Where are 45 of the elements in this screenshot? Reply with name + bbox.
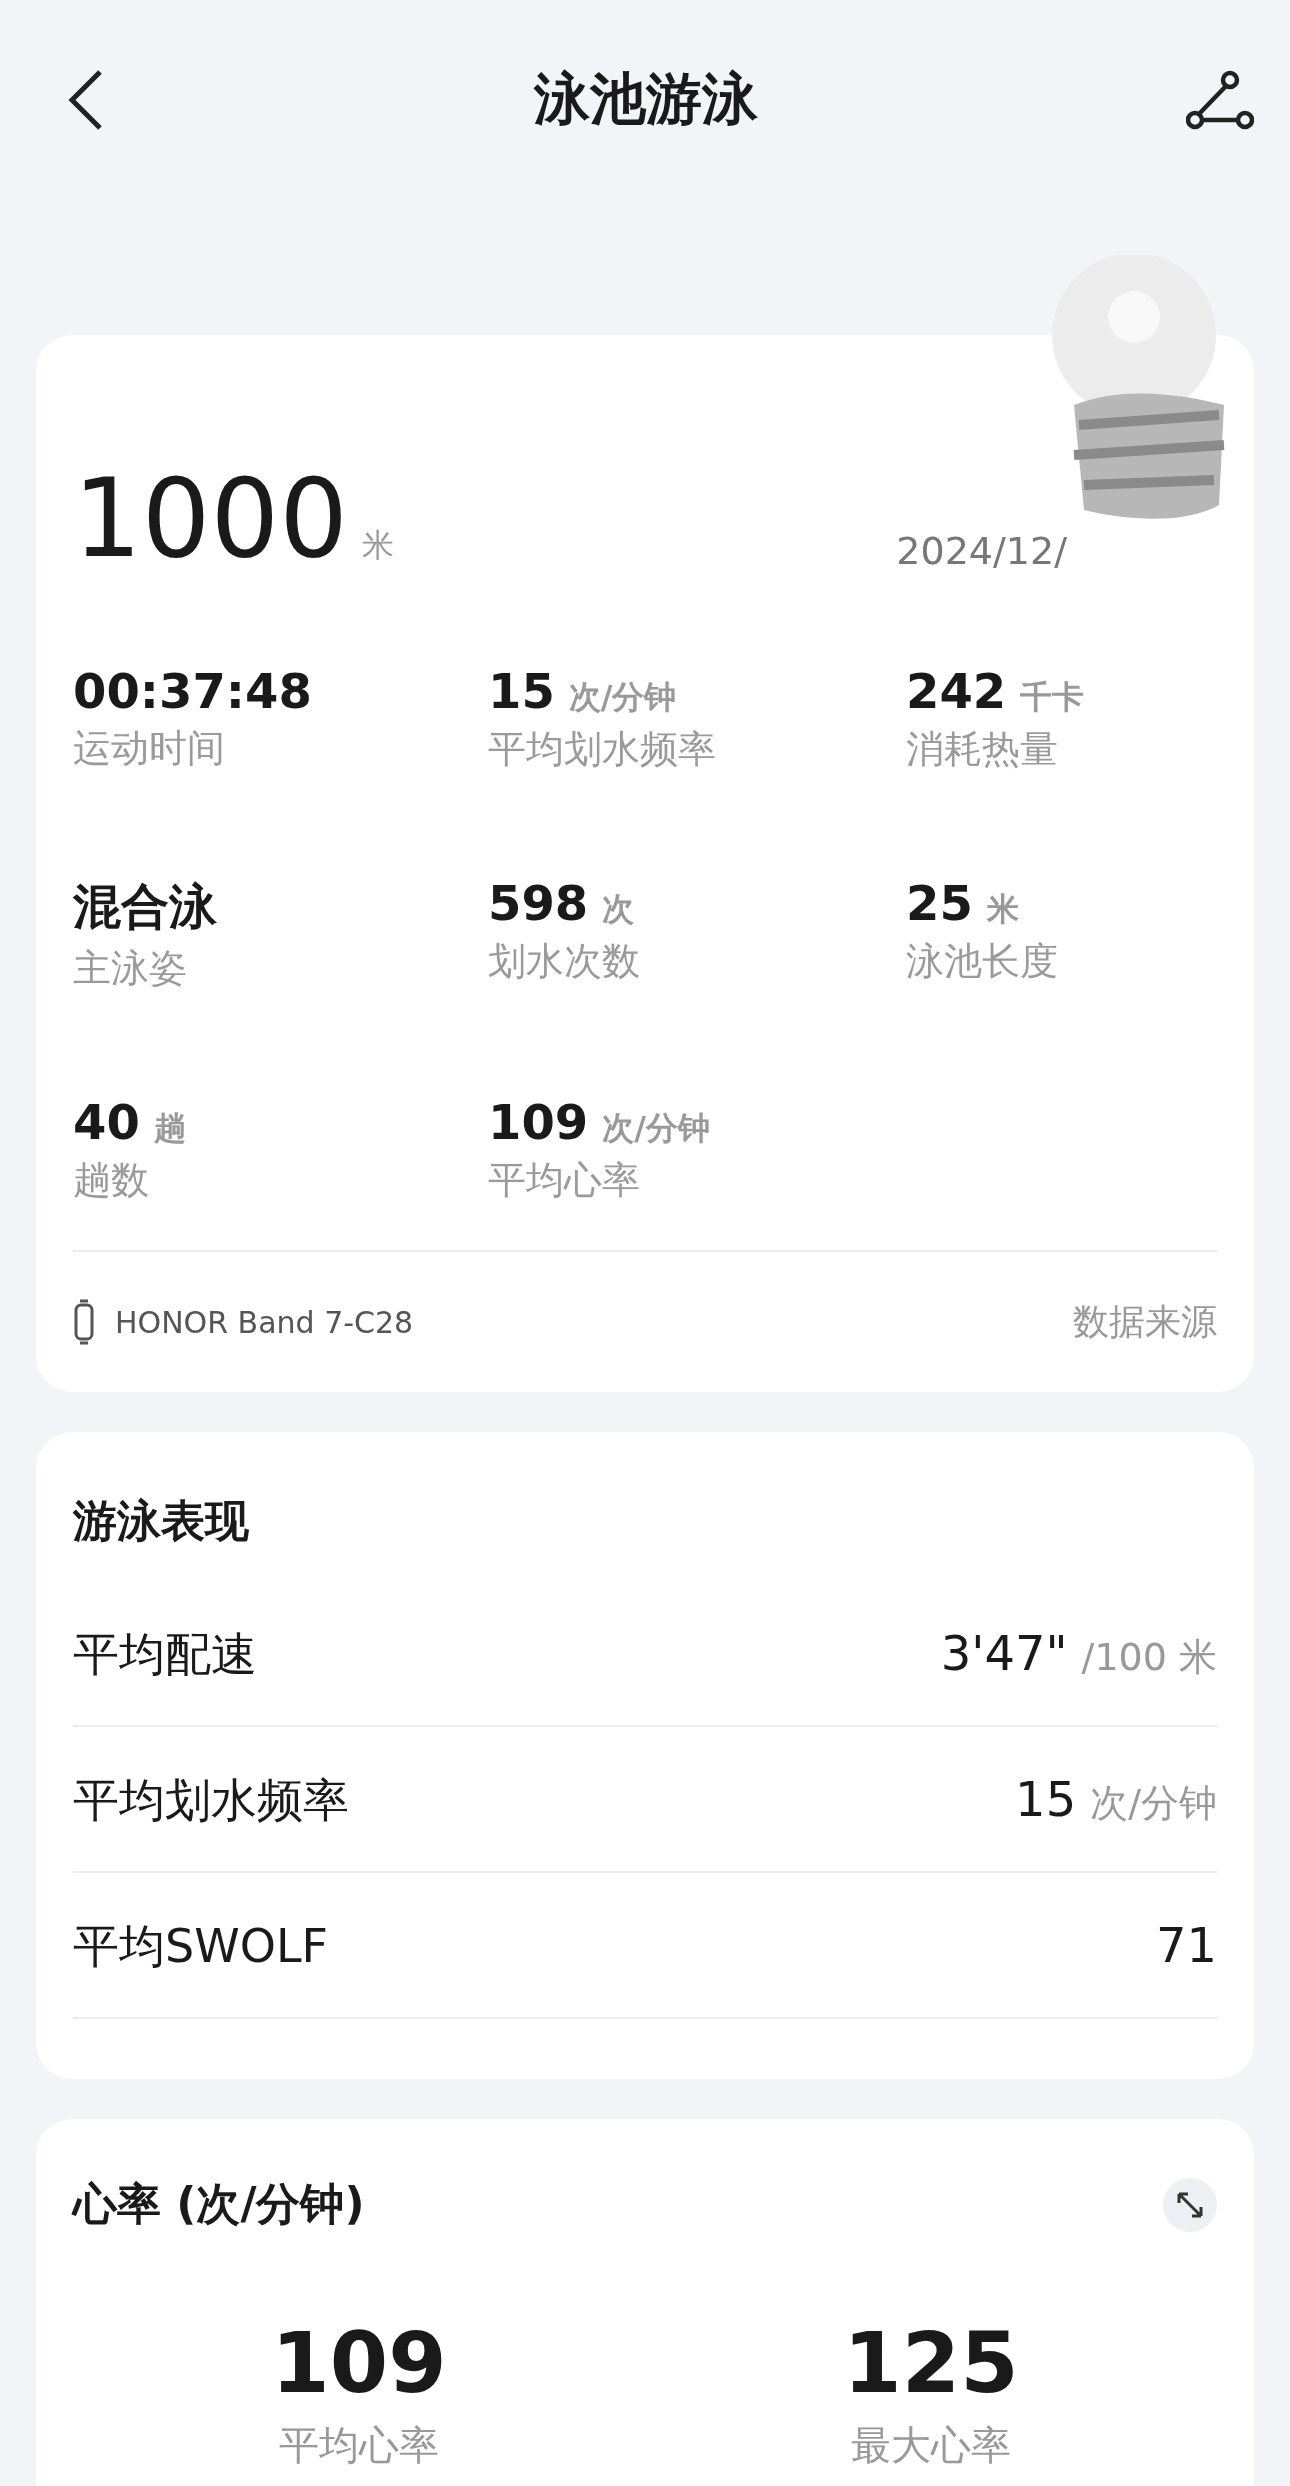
- section-title: 游泳表现: [73, 1494, 250, 1548]
- stat-label: 平均划水频率: [488, 726, 717, 773]
- stat-label: 运动时间: [73, 725, 226, 772]
- page-title: 泳池游泳: [534, 65, 758, 133]
- stat-value: 混合泳: [73, 877, 217, 936]
- stat-unit: 趟: [153, 1108, 186, 1149]
- distance-value: 1000: [73, 456, 348, 581]
- stat-value: 242: [906, 663, 1007, 719]
- metric-label: 平均划水频率: [73, 1772, 349, 1829]
- section-title: 心率 (次/分钟): [73, 2177, 365, 2231]
- stat-unit: 次: [602, 889, 635, 930]
- stat-label: 划水次数: [488, 938, 641, 985]
- stat-unit: 米: [986, 889, 1019, 930]
- share-icon: [1186, 70, 1254, 130]
- metric-label: 平均SWOLF: [73, 1918, 328, 1975]
- stat-value: 598: [488, 875, 589, 931]
- stat-value: 109: [488, 1094, 589, 1150]
- stat-value: 40: [73, 1094, 140, 1150]
- data-source-link[interactable]: 数据来源: [1073, 1297, 1217, 1347]
- stat-label: 泳池长度: [906, 938, 1059, 985]
- band-icon: [73, 1299, 95, 1345]
- metric-unit: 次/分钟: [1090, 1781, 1217, 1825]
- heart-rate-value: 125: [843, 2314, 1019, 2412]
- heart-rate-label: 最大心率: [851, 2421, 1011, 2470]
- heart-rate-value: 109: [271, 2314, 447, 2412]
- stat-value: 15: [488, 663, 555, 719]
- stat-value: 00:37:48: [73, 663, 312, 719]
- stat-unit: 次/分钟: [568, 677, 677, 718]
- share-button[interactable]: [1186, 70, 1254, 130]
- device-name: HONOR Band 7-C28: [115, 1304, 414, 1340]
- heart-rate-label: 平均心率: [279, 2421, 439, 2470]
- date-text: 2024/12/: [896, 529, 1067, 573]
- stat-unit: 次/分钟: [602, 1108, 710, 1149]
- stat-label: 消耗热量: [906, 726, 1059, 773]
- metric-label: 平均配速: [73, 1626, 257, 1683]
- metric-value: 3'47": [940, 1625, 1068, 1681]
- stat-label: 趟数: [73, 1157, 150, 1204]
- metric-unit: /100 米: [1081, 1635, 1217, 1679]
- metric-value: 71: [1155, 1917, 1217, 1973]
- metric-value: 15: [1015, 1771, 1077, 1827]
- stat-label: 主泳姿: [73, 945, 188, 992]
- distance-unit: 米: [361, 526, 394, 564]
- stat-unit: 千卡: [1020, 677, 1085, 718]
- stat-value: 25: [906, 875, 973, 931]
- stat-label: 平均心率: [488, 1157, 641, 1204]
